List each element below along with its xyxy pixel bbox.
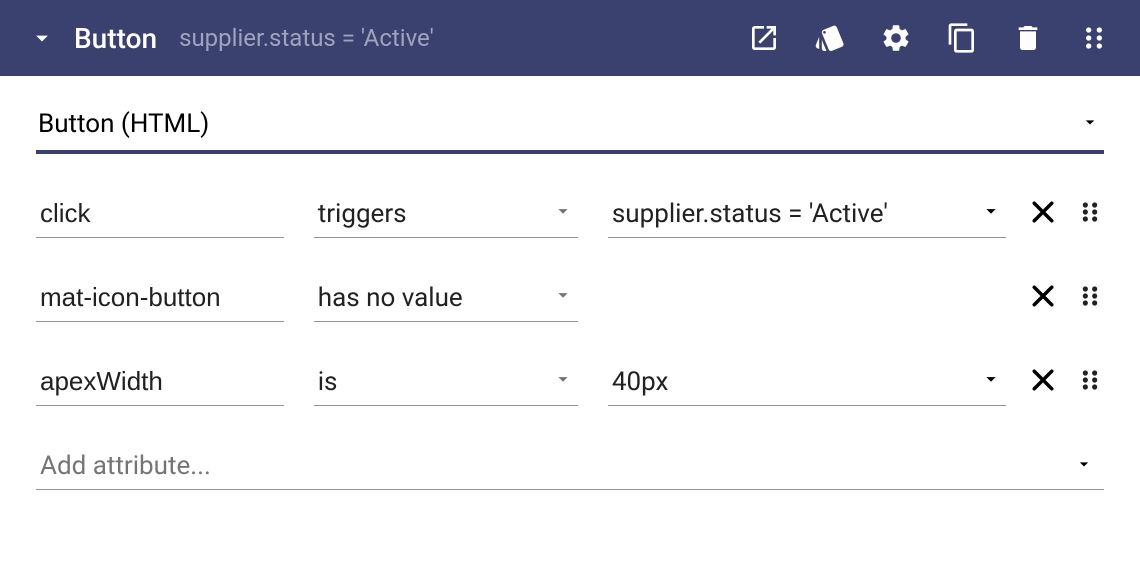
dropdown-caret-icon	[552, 367, 574, 397]
add-attribute-select[interactable]: Add attribute...	[36, 442, 1104, 490]
attribute-operator-select[interactable]: has no value	[314, 274, 578, 322]
component-header: Button supplier.status = 'Active'	[0, 0, 1140, 76]
component-title: Button	[74, 22, 157, 55]
dropdown-caret-icon	[980, 199, 1002, 229]
open-external-icon[interactable]	[736, 10, 792, 66]
attribute-rows: triggers supplier.status = 'Active'	[36, 190, 1104, 406]
attribute-value-select[interactable]: supplier.status = 'Active'	[608, 190, 1006, 238]
collapse-toggle[interactable]	[22, 18, 62, 58]
dropdown-caret-icon	[980, 367, 1002, 397]
attribute-value-label: 40px	[612, 367, 669, 397]
component-subtitle: supplier.status = 'Active'	[179, 24, 434, 52]
attribute-operator-label: is	[318, 367, 338, 397]
settings-icon[interactable]	[868, 10, 924, 66]
attribute-name-input[interactable]	[36, 190, 284, 238]
attribute-operator-label: has no value	[318, 283, 463, 313]
attribute-row: has no value	[36, 274, 1104, 322]
component-type-select[interactable]: Button (HTML)	[36, 98, 1104, 154]
row-drag-handle-icon[interactable]	[1076, 366, 1104, 398]
remove-row-button[interactable]	[1028, 365, 1058, 399]
remove-row-button[interactable]	[1028, 197, 1058, 231]
row-drag-handle-icon[interactable]	[1076, 282, 1104, 314]
style-icon[interactable]	[802, 10, 858, 66]
attribute-value-label: supplier.status = 'Active'	[612, 199, 888, 229]
component-type-label: Button (HTML)	[36, 109, 209, 139]
attribute-operator-select[interactable]: triggers	[314, 190, 578, 238]
attribute-name-input[interactable]	[36, 274, 284, 322]
dropdown-caret-icon	[552, 199, 574, 229]
attribute-operator-select[interactable]: is	[314, 358, 578, 406]
dropdown-caret-icon	[1074, 454, 1094, 478]
drag-handle-icon[interactable]	[1066, 10, 1122, 66]
dropdown-caret-icon	[552, 283, 574, 313]
add-attribute-placeholder: Add attribute...	[36, 451, 211, 481]
dropdown-caret-icon	[1080, 112, 1100, 136]
row-drag-handle-icon[interactable]	[1076, 198, 1104, 230]
attribute-operator-label: triggers	[318, 199, 407, 229]
delete-icon[interactable]	[1000, 10, 1056, 66]
attribute-row: is 40px	[36, 358, 1104, 406]
attribute-value-select[interactable]: 40px	[608, 358, 1006, 406]
remove-row-button[interactable]	[1028, 281, 1058, 315]
attribute-name-input[interactable]	[36, 358, 284, 406]
attribute-row: triggers supplier.status = 'Active'	[36, 190, 1104, 238]
copy-icon[interactable]	[934, 10, 990, 66]
